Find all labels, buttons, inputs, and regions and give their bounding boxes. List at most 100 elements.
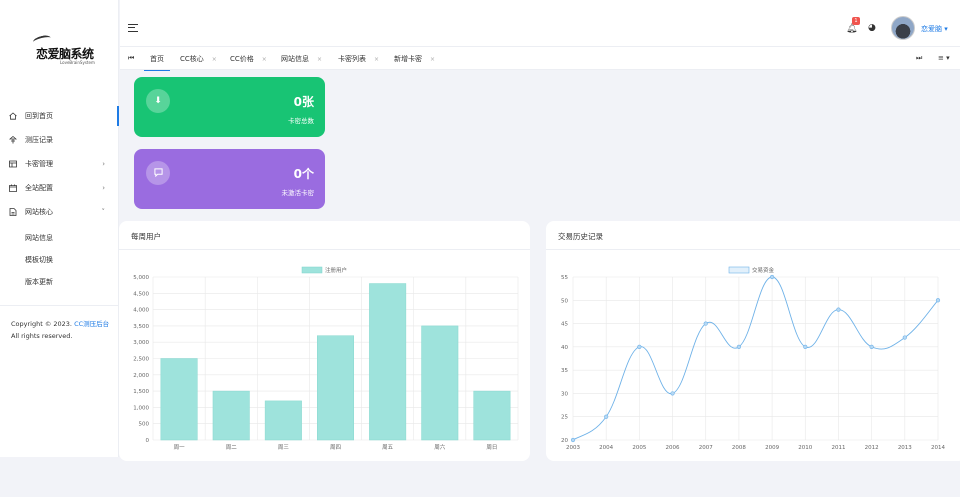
sidebar-item-home[interactable]: 回到首页 — [0, 104, 119, 128]
tab-card-list[interactable]: 卡密列表 × — [332, 47, 385, 71]
download-icon: ⬇ — [146, 89, 170, 113]
legend-swatch — [301, 266, 323, 274]
tab-cc-price[interactable]: CC价格 × — [224, 47, 273, 71]
copyright: Copyright © 2023. CC测压后台 All rights rese… — [11, 318, 109, 342]
x-tick-label: 2003 — [566, 445, 580, 451]
y-tick-label: 20 — [561, 438, 568, 444]
sidebar-subitem-update[interactable]: 版本更新 — [0, 271, 53, 293]
copyright-link[interactable]: CC测压后台 — [74, 320, 109, 328]
sidebar-item-label: 测压记录 — [25, 136, 53, 144]
y-tick-label: 35 — [561, 368, 568, 374]
sidebar-menu: 回到首页 测压记录 卡密管理 › 全站配置 › 网站核心 ˅ — [0, 104, 119, 224]
data-point — [935, 298, 941, 303]
tab-options-icon[interactable]: ≡ ▾ — [938, 54, 950, 62]
avatar[interactable] — [891, 16, 915, 40]
stat-value: 0个 — [293, 167, 314, 181]
y-tick-label: 50 — [561, 298, 568, 304]
x-tick-label: 周二 — [226, 444, 238, 451]
close-icon[interactable]: × — [430, 56, 435, 63]
message-icon-shape — [153, 168, 163, 178]
x-tick-label: 2005 — [632, 445, 646, 451]
data-point — [703, 321, 708, 326]
y-tick-label: 0 — [146, 438, 150, 444]
x-tick-label: 2012 — [865, 445, 879, 451]
bar — [212, 390, 250, 441]
close-icon[interactable]: × — [374, 56, 379, 63]
chevron-right-icon: › — [102, 160, 105, 168]
sidebar-item-core[interactable]: 网站核心 ˅ — [0, 200, 119, 224]
close-icon[interactable]: × — [262, 56, 267, 63]
x-tick-label: 周六 — [434, 443, 446, 451]
tab-cc-core[interactable]: CC核心 × — [174, 47, 223, 71]
y-tick-label: 4,500 — [133, 291, 149, 297]
tab-add-card[interactable]: 新增卡密 × — [388, 47, 441, 71]
card-icon — [9, 160, 17, 168]
sidebar-item-label: 卡密管理 — [25, 160, 53, 168]
tab-label: 网站信息 — [281, 55, 309, 63]
x-tick-label: 2007 — [699, 445, 713, 451]
data-point — [604, 414, 609, 419]
y-tick-label: 40 — [561, 345, 568, 351]
stat-card-total: ⬇ 0张 卡密总数 — [134, 77, 325, 137]
sidebar-item-label: 全站配置 — [25, 184, 53, 192]
chevron-down-icon: ˅ — [101, 208, 106, 216]
config-icon — [9, 184, 17, 192]
tab-scroll-left-icon[interactable]: ⏮ — [128, 54, 134, 63]
data-point — [769, 274, 775, 280]
record-icon — [9, 136, 17, 144]
tab-site-info[interactable]: 网站信息 × — [275, 47, 328, 71]
x-tick-label: 周四 — [330, 444, 341, 451]
tab-label: CC价格 — [230, 55, 254, 63]
x-tick-label: 2009 — [765, 445, 779, 451]
logo-subtitle: LoveBrainSystem — [60, 60, 95, 65]
data-point — [637, 344, 642, 349]
data-point — [736, 344, 742, 349]
bell-icon[interactable]: 🔔︎ — [846, 24, 857, 34]
y-tick-label: 1,000 — [133, 405, 149, 411]
sidebar-item-cards[interactable]: 卡密管理 › — [0, 152, 119, 176]
weekly-users-chart: 注册用户 0 500 1,000 1,500 2,000 2,500 3,000 3,500 4,… — [133, 266, 519, 451]
bar — [160, 358, 198, 441]
x-tick-label: 周三 — [278, 444, 290, 451]
sidebar-divider — [0, 305, 119, 306]
stat-value: 0张 — [293, 95, 314, 109]
legend-label: 注册用户 — [325, 266, 347, 274]
close-icon[interactable]: × — [317, 56, 322, 63]
tab-label: CC核心 — [180, 55, 204, 63]
y-tick-label: 3,000 — [133, 340, 149, 346]
top-header: 🔔︎ 1 ◕ 恋爱脑 ▾ — [120, 0, 960, 46]
legend-swatch — [728, 266, 750, 274]
tab-scroll-right-icon[interactable]: ⏭ — [916, 54, 922, 63]
home-icon — [9, 112, 17, 120]
y-tick-label: 25 — [561, 415, 568, 421]
y-tick-label: 4,000 — [133, 308, 149, 314]
palette-icon[interactable]: ◕ — [868, 23, 876, 33]
bar — [421, 325, 459, 441]
trade-history-card: 交易历史记录 交易资金 20 25 30 35 40 45 50 55 2003 2004 2005 2… — [546, 221, 960, 461]
sidebar-item-config[interactable]: 全站配置 › — [0, 176, 119, 200]
x-tick-label: 2013 — [898, 445, 912, 451]
core-icon — [9, 208, 17, 216]
active-indicator — [117, 106, 119, 126]
tab-label: 卡密列表 — [338, 55, 366, 63]
username: 恋爱脑 — [921, 25, 942, 33]
x-tick-label: 周日 — [486, 444, 497, 451]
close-icon[interactable]: × — [212, 56, 217, 63]
menu-toggle-icon[interactable] — [128, 24, 138, 32]
trade-history-chart: 交易资金 20 25 30 35 40 45 50 55 2003 2004 2005 2006 2007… — [561, 266, 945, 451]
logo[interactable]: 恋爱脑系统 LoveBrainSystem — [0, 0, 119, 95]
sidebar-subitem-site-info[interactable]: 网站信息 — [0, 227, 53, 249]
tab-home[interactable]: 首页 — [144, 47, 170, 71]
sidebar-subitem-template[interactable]: 模板切换 — [0, 249, 53, 271]
tab-bar: ⏮ 首页 CC核心 × CC价格 × 网站信息 × 卡密列表 × 新增卡密 × ⏭ ≡ ▾ — [120, 46, 960, 71]
sidebar-item-records[interactable]: 测压记录 — [0, 128, 119, 152]
y-tick-label: 500 — [139, 422, 150, 428]
x-tick-label: 周一 — [174, 444, 186, 451]
y-tick-label: 55 — [561, 275, 568, 281]
weekly-users-card: 每周用户 注册用户 0 500 1,000 1,500 2,000 2,500 3,000 3,… — [119, 221, 530, 461]
x-tick-label: 周五 — [382, 444, 394, 451]
series-line — [572, 276, 939, 441]
y-tick-label: 2,500 — [133, 357, 149, 363]
bar — [264, 400, 302, 441]
user-menu[interactable]: 恋爱脑 ▾ — [921, 24, 948, 34]
